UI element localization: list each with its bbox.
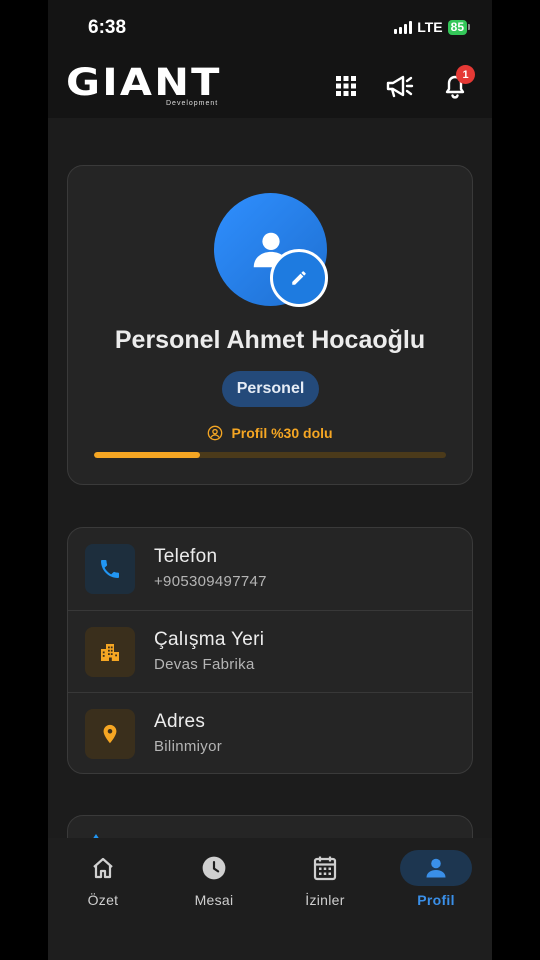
profile-progress-bar xyxy=(94,452,446,458)
signal-icon xyxy=(394,20,413,34)
nav-item-izinler[interactable]: İzinler xyxy=(270,850,380,912)
building-icon xyxy=(85,627,135,677)
nav-icon-container xyxy=(289,850,361,886)
battery-level: 85 xyxy=(447,19,467,35)
nav-icon-container xyxy=(178,850,250,886)
app-screen: 6:38 LTE 85 GIANT Development 1 Personel… xyxy=(48,0,492,960)
info-value: Devas Fabrika xyxy=(154,656,255,673)
info-value: Bilinmiyor xyxy=(154,738,223,755)
logo-subtext: Development xyxy=(166,100,219,107)
progress-text: Profil %30 dolu xyxy=(231,425,333,441)
status-bar: 6:38 LTE 85 xyxy=(48,0,492,56)
clock-icon xyxy=(202,856,226,880)
nav-label: Mesai xyxy=(194,892,234,908)
user-circle-icon xyxy=(208,425,223,441)
phone-icon xyxy=(85,544,135,594)
nav-icon-container xyxy=(400,850,472,886)
info-title: Adres xyxy=(154,711,206,732)
nav-label: İzinler xyxy=(305,892,345,908)
info-title: Çalışma Yeri xyxy=(154,629,265,650)
contact-info-card: Telefon +905309497747 Çalışma Yeri Devas… xyxy=(67,527,473,774)
nav-item-profil[interactable]: Profil xyxy=(381,850,491,912)
apps-grid-icon[interactable] xyxy=(331,71,361,101)
home-icon xyxy=(93,857,113,879)
bell-icon[interactable]: 1 xyxy=(440,65,475,101)
profile-card: Personel Ahmet Hocaoğlu Personel Profil … xyxy=(67,165,473,485)
progress-fill xyxy=(94,452,200,458)
edit-profile-button[interactable] xyxy=(270,249,328,307)
notification-badge: 1 xyxy=(456,65,475,84)
megaphone-icon[interactable] xyxy=(385,71,415,101)
battery-icon: 85 xyxy=(447,19,470,35)
profile-progress-label: Profil %30 dolu xyxy=(68,425,472,441)
nav-item-mesai[interactable]: Mesai xyxy=(159,850,269,912)
logo-text: GIANT xyxy=(66,61,222,104)
profile-name: Personel Ahmet Hocaoğlu xyxy=(114,326,426,354)
status-time: 6:38 xyxy=(88,17,127,38)
nav-icon-container xyxy=(67,850,139,886)
pencil-icon xyxy=(292,271,306,285)
location-pin-icon xyxy=(85,709,135,759)
status-indicators: LTE 85 xyxy=(394,19,470,35)
info-row-address[interactable]: Adres Bilinmiyor xyxy=(68,692,472,774)
role-badge: Personel xyxy=(222,371,319,407)
bottom-navigation: Özet Mesai İzinler Profil xyxy=(48,838,492,960)
giant-logo: GIANT Development xyxy=(66,64,244,112)
network-label: LTE xyxy=(417,19,443,35)
info-row-workplace[interactable]: Çalışma Yeri Devas Fabrika xyxy=(68,610,472,692)
info-row-phone[interactable]: Telefon +905309497747 xyxy=(68,528,472,610)
info-title: Telefon xyxy=(154,546,218,567)
nav-item-ozet[interactable]: Özet xyxy=(48,850,158,912)
app-header: GIANT Development 1 xyxy=(48,56,492,118)
nav-label: Profil xyxy=(417,892,455,908)
calendar-icon xyxy=(313,856,337,881)
person-icon xyxy=(426,858,446,878)
info-value: +905309497747 xyxy=(154,573,267,590)
nav-label: Özet xyxy=(87,892,119,908)
